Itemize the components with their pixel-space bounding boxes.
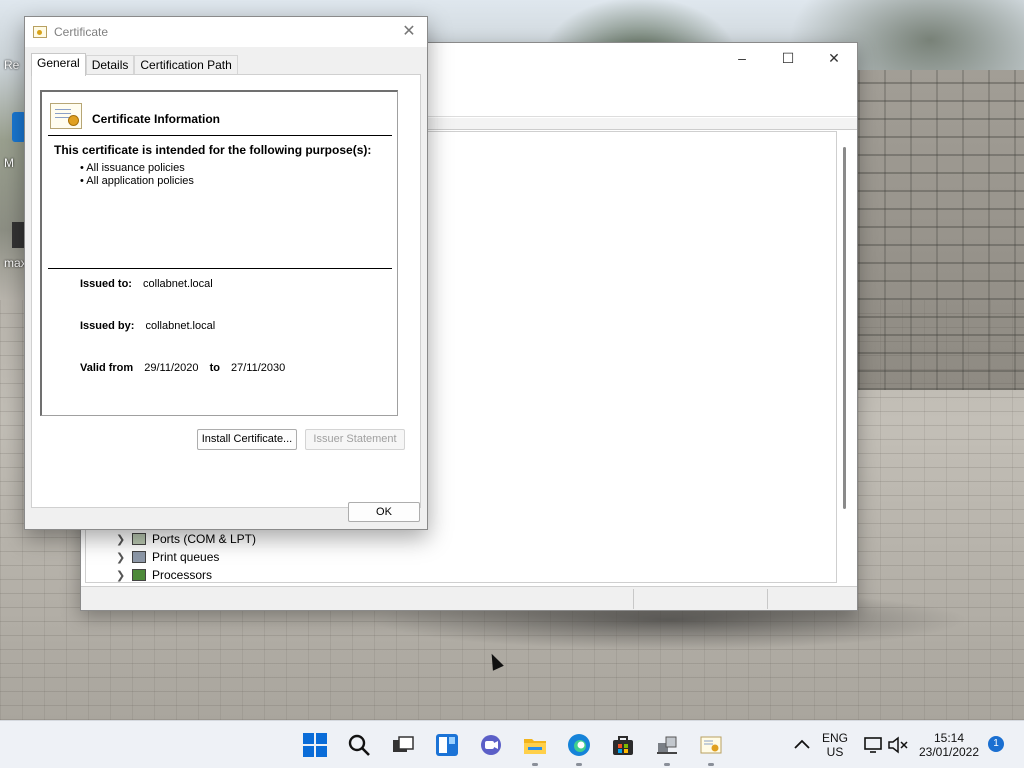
stone-wall [858,70,1024,390]
store-icon[interactable] [611,733,635,757]
file-explorer-icon[interactable] [523,733,547,757]
tree-item-label: Print queues [152,550,220,564]
window-caption-buttons: – ☐ ✕ [719,43,857,73]
processor-icon [132,569,146,581]
chevron-right-icon[interactable]: ❯ [116,533,132,546]
port-icon [132,533,146,545]
edge-icon[interactable] [567,733,591,757]
issued-by-value: collabnet.local [145,320,216,332]
certificate-info-title: Certificate Information [92,112,221,126]
volume-muted-icon[interactable] [886,733,910,757]
ok-button[interactable]: OK [348,502,420,522]
chevron-right-icon[interactable]: ❯ [116,551,132,564]
divider [48,268,392,269]
close-icon[interactable]: ✕ [811,43,857,73]
widgets-icon[interactable] [435,733,459,757]
desktop-icon-label[interactable]: M [4,156,14,170]
clock-date: 23/01/2022 [918,745,980,759]
printer-icon [132,551,146,563]
certificate-info-box: Certificate Information This certificate… [40,90,398,416]
certificate-app-icon[interactable] [699,733,723,757]
issued-by-label: Issued by: [80,320,135,332]
region-code: US [826,745,844,759]
running-indicator [664,763,670,766]
tree-item-print-queues[interactable]: ❯ Print queues [116,548,219,566]
tab-certification-path[interactable]: Certification Path [134,55,238,75]
chat-icon[interactable] [479,733,503,757]
certificate-dialog: Certificate ✕ General Details Certificat… [24,16,428,530]
status-bar [81,586,857,610]
clock[interactable]: 15:14 23/01/2022 [914,731,984,759]
running-indicator [708,763,714,766]
close-icon[interactable]: ✕ [399,22,419,42]
tree-item-label: Ports (COM & LPT) [152,532,257,546]
tree-item-label: Processors [152,568,213,582]
certificate-icon [33,26,47,38]
network-icon[interactable] [862,733,886,757]
install-certificate-button[interactable]: Install Certificate... [197,429,297,450]
purpose-item: • All application policies [80,175,194,187]
network-app-icon[interactable] [655,733,679,757]
seal-icon [68,115,79,126]
chevron-right-icon[interactable]: ❯ [116,569,132,582]
start-icon[interactable] [303,733,327,757]
issued-by-row: Issued by: collabnet.local [80,320,215,332]
purpose-heading: This certificate is intended for the fol… [54,143,372,157]
dialog-title: Certificate [54,25,109,39]
issued-to-value: collabnet.local [143,278,213,290]
desktop-icon-label[interactable]: Re [4,58,19,72]
issuer-statement-button[interactable]: Issuer Statement [305,429,405,450]
tree-item-processors[interactable]: ❯ Processors [116,566,212,584]
tab-strip: General Details Certification Path [31,53,238,76]
purpose-item: • All issuance policies [80,162,185,174]
status-separator [767,589,768,609]
language-code: ENG [821,731,848,745]
validity-row: Valid from 29/11/2020 to 27/11/2030 [80,362,285,374]
issued-to-row: Issued to: collabnet.local [80,278,213,290]
maximize-icon[interactable]: ☐ [765,43,811,73]
certificate-icon [50,103,82,129]
vertical-scrollbar[interactable] [843,147,846,509]
status-separator [633,589,634,609]
minimize-icon[interactable]: – [719,43,765,73]
divider [48,135,392,136]
tab-details[interactable]: Details [85,55,135,75]
running-indicator [532,763,538,766]
app-desktop-icon[interactable] [12,222,24,248]
tab-general[interactable]: General [31,53,86,76]
search-icon[interactable] [347,733,371,757]
valid-from-value: 29/11/2020 [144,362,199,374]
task-view-icon[interactable] [391,733,415,757]
language-indicator[interactable]: ENG US [818,731,852,759]
running-indicator [576,763,582,766]
tree-item-ports[interactable]: ❯ Ports (COM & LPT) [116,530,256,548]
chevron-up-icon[interactable] [790,733,814,757]
purpose-list: • All issuance policies • All applicatio… [80,162,194,188]
valid-to-label: to [209,362,220,374]
issued-to-label: Issued to: [80,278,132,290]
taskbar: ENG US 15:14 23/01/2022 [0,720,1024,768]
valid-to-value: 27/11/2030 [231,362,286,374]
dialog-title-bar[interactable]: Certificate ✕ [25,17,427,47]
clock-time: 15:14 [933,731,965,745]
valid-from-label: Valid from [80,362,134,374]
notification-badge[interactable]: 1 [988,736,1004,752]
